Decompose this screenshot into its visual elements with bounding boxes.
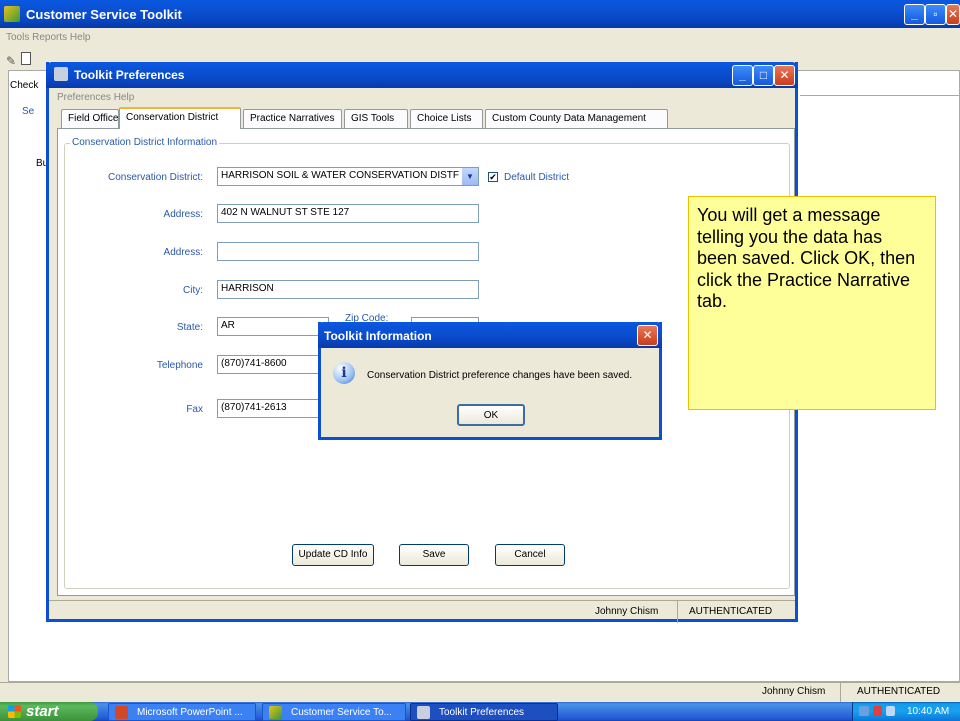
message-box-title-bar: Toolkit Information ✕ — [318, 322, 662, 348]
dialog-status-bar: Johnny Chism AUTHENTICATED — [49, 600, 795, 623]
chevron-down-icon[interactable]: ▼ — [462, 168, 478, 185]
dialog-status-user: Johnny Chism — [595, 606, 659, 617]
dialog-maximize-button[interactable]: □ — [753, 65, 774, 86]
fax-field[interactable]: (870)741-2613 — [217, 399, 329, 418]
telephone-field[interactable]: (870)741-8600 — [217, 355, 329, 374]
dialog-menu-bar[interactable]: Preferences Help — [57, 92, 134, 103]
save-button[interactable]: Save — [399, 544, 469, 566]
ok-button[interactable]: OK — [457, 404, 525, 426]
main-status-auth: AUTHENTICATED — [857, 686, 941, 697]
powerpoint-icon — [115, 706, 128, 719]
cancel-button[interactable]: Cancel — [495, 544, 565, 566]
taskbar: start Microsoft PowerPoint ... Customer … — [0, 702, 960, 721]
clock[interactable]: 10:40 AM — [907, 706, 949, 717]
taskbar-item-toolkit-preferences[interactable]: Toolkit Preferences — [410, 703, 558, 721]
default-district-checkbox[interactable]: ✔ — [488, 172, 498, 182]
main-status-user: Johnny Chism — [762, 686, 826, 697]
tab-gis-tools[interactable]: GIS Tools — [344, 109, 408, 129]
message-text: Conservation District preference changes… — [367, 370, 633, 381]
dialog-status-auth: AUTHENTICATED — [689, 606, 773, 617]
tab-practice-narratives[interactable]: Practice Narratives — [243, 109, 342, 129]
message-box-close-button[interactable]: ✕ — [637, 325, 658, 346]
taskbar-item-label: Customer Service To... — [291, 707, 392, 718]
main-window-title: Customer Service Toolkit — [26, 7, 182, 22]
address2-field[interactable] — [217, 242, 479, 261]
start-label: start — [26, 703, 59, 720]
wrench-icon — [417, 706, 430, 719]
state-field[interactable]: AR — [217, 317, 329, 336]
taskbar-item-customer-service[interactable]: Customer Service To... — [262, 703, 406, 721]
main-partial-tab[interactable]: Check — [10, 80, 38, 91]
tab-custom-county-data[interactable]: Custom County Data Management — [485, 109, 668, 129]
city-field[interactable]: HARRISON — [217, 280, 479, 299]
district-label: Conservation District: — [107, 172, 203, 183]
restore-button[interactable]: ▫ — [925, 4, 946, 25]
main-menu-bar[interactable]: Tools Reports Help — [6, 32, 90, 43]
app-icon — [4, 6, 20, 22]
instruction-callout: You will get a message telling you the d… — [688, 196, 936, 410]
telephone-label: Telephone — [156, 360, 203, 371]
address1-field[interactable]: 402 N WALNUT ST STE 127 — [217, 204, 479, 223]
close-button[interactable]: ✕ — [946, 4, 960, 25]
minimize-button[interactable]: _ — [904, 4, 925, 25]
speaker-icon[interactable] — [886, 706, 895, 716]
main-divider — [800, 95, 960, 96]
district-value: HARRISON SOIL & WATER CONSERVATION DISTF — [221, 170, 459, 181]
default-district-label: Default District — [504, 172, 570, 183]
main-toolbar: ✎ — [6, 52, 46, 70]
network-icon[interactable] — [859, 706, 869, 716]
start-button[interactable]: start — [0, 702, 98, 721]
city-label: City: — [183, 285, 203, 296]
dialog-minimize-button[interactable]: _ — [732, 65, 753, 86]
cd-info-group-title: Conservation District Information — [70, 137, 220, 148]
main-partial-group: Se — [22, 106, 35, 117]
state-label: State: — [176, 322, 203, 333]
fax-label: Fax — [186, 404, 203, 415]
address1-label: Address: — [163, 209, 203, 220]
system-tray: 10:40 AM — [852, 702, 960, 721]
new-document-icon[interactable] — [21, 52, 32, 65]
tab-strip: Field Office Conservation District Pract… — [61, 107, 781, 129]
message-box-title: Toolkit Information — [324, 329, 432, 343]
main-title-bar: Customer Service Toolkit _ ▫ ✕ — [0, 0, 960, 28]
callout-text: You will get a message telling you the d… — [697, 205, 916, 311]
wrench-icon — [54, 67, 68, 81]
update-cd-info-button[interactable]: Update CD Info — [292, 544, 374, 566]
windows-logo-icon — [8, 705, 21, 718]
tab-field-office[interactable]: Field Office — [61, 109, 119, 129]
dialog-title: Toolkit Preferences — [74, 68, 185, 82]
district-select[interactable]: HARRISON SOIL & WATER CONSERVATION DISTF… — [217, 167, 479, 186]
taskbar-item-label: Microsoft PowerPoint ... — [137, 707, 243, 718]
wrench-icon[interactable]: ✎ — [6, 54, 16, 68]
main-status-bar: Johnny Chism AUTHENTICATED — [0, 682, 960, 703]
address2-label: Address: — [163, 247, 203, 258]
info-icon: i — [333, 362, 355, 384]
message-box: Toolkit Information ✕ i Conservation Dis… — [318, 322, 662, 440]
taskbar-item-label: Toolkit Preferences — [439, 707, 525, 718]
taskbar-item-powerpoint[interactable]: Microsoft PowerPoint ... — [108, 703, 256, 721]
dialog-title-bar: Toolkit Preferences _ □ ✕ — [46, 62, 798, 88]
dialog-close-button[interactable]: ✕ — [774, 65, 795, 86]
tab-choice-lists[interactable]: Choice Lists — [410, 109, 483, 129]
shield-icon[interactable] — [873, 706, 882, 716]
tab-conservation-district[interactable]: Conservation District — [119, 107, 241, 129]
toolkit-app-icon — [269, 706, 282, 719]
